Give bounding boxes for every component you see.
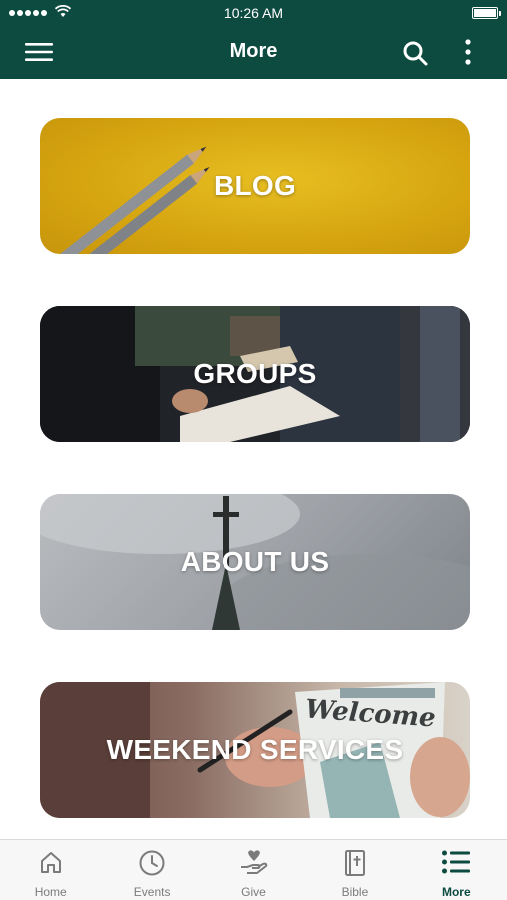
tab-label: Events [133, 885, 171, 899]
tab-home[interactable]: Home [0, 840, 101, 900]
card-label: WEEKEND SERVICES [106, 734, 404, 765]
blog-card[interactable]: BLOG [40, 118, 470, 254]
tab-give[interactable]: Give [203, 840, 304, 900]
tab-label: Give [241, 885, 266, 899]
more-options-icon[interactable] [458, 38, 478, 68]
about-us-card[interactable]: ABOUT US [40, 494, 470, 630]
home-icon [40, 852, 61, 873]
tab-more[interactable]: More [406, 840, 507, 900]
tab-label: Bible [341, 885, 369, 899]
give-hand-heart-icon [240, 850, 267, 874]
tab-label: More [441, 885, 471, 899]
search-icon[interactable] [402, 40, 428, 66]
page-title: More [229, 40, 278, 62]
status-bar: 10:26 AM [0, 0, 507, 26]
tab-events[interactable]: Events [101, 840, 202, 900]
bible-icon [344, 850, 365, 876]
status-time: 10:26 AM [223, 5, 284, 21]
battery-icon [472, 7, 501, 19]
bottom-tab-bar: Home Events Give Bible More [0, 839, 507, 900]
list-icon [442, 850, 471, 874]
clock-icon [139, 850, 165, 876]
groups-card[interactable]: GROUPS [40, 306, 470, 442]
tab-bible[interactable]: Bible [304, 840, 405, 900]
weekend-services-card[interactable]: Welcome WEEKEND SERVICES [40, 682, 470, 818]
tab-label: Home [34, 885, 67, 899]
card-label: GROUPS [193, 358, 317, 389]
card-label: ABOUT US [180, 546, 330, 577]
top-bar: 10:26 AM More [0, 0, 507, 79]
card-label: BLOG [213, 170, 297, 201]
